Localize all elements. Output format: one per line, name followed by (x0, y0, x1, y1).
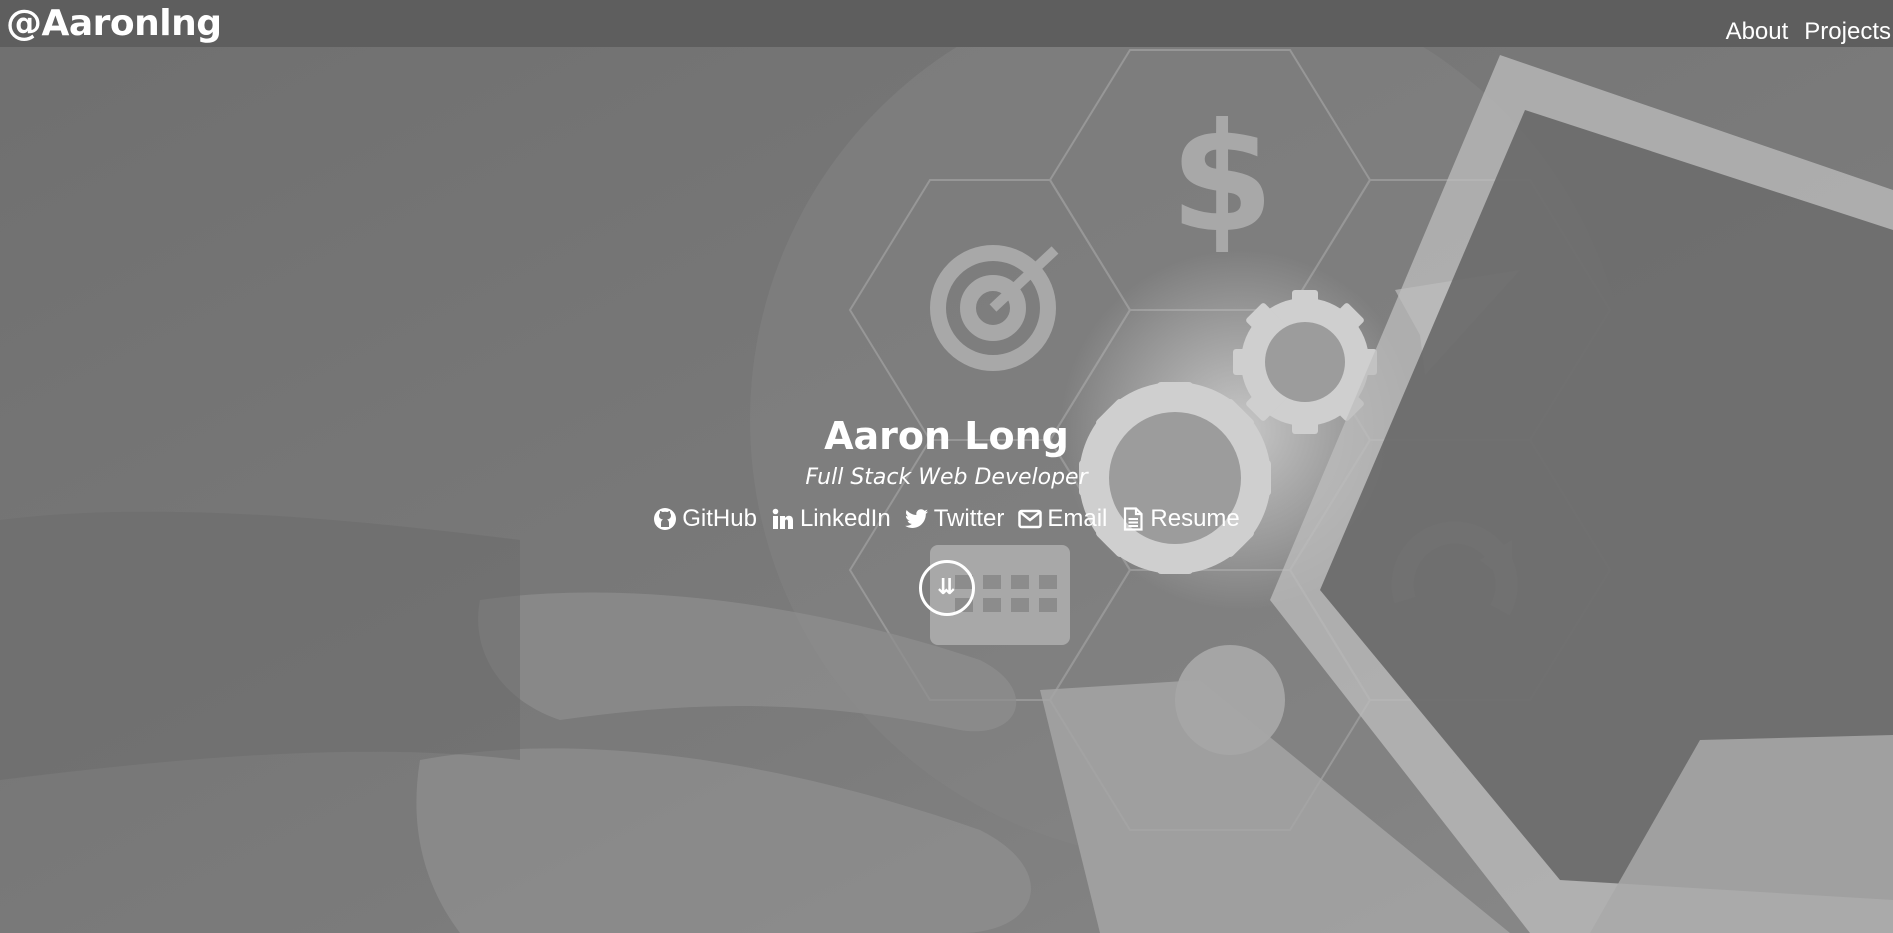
social-link-label: Resume (1150, 505, 1240, 532)
linkedin-icon (771, 507, 795, 531)
social-link-twitter[interactable]: Twitter (904, 504, 1005, 534)
social-link-label: GitHub (682, 505, 757, 532)
social-links: GitHub LinkedIn Twitter Email Resume (0, 504, 1893, 534)
social-link-label: LinkedIn (799, 505, 891, 532)
social-link-github[interactable]: GitHub (653, 504, 757, 534)
social-link-resume[interactable]: Resume (1121, 504, 1240, 534)
social-link-linkedin[interactable]: LinkedIn (771, 504, 891, 534)
scroll-down-button[interactable]: ⇊ (918, 560, 975, 616)
brand-logo-link[interactable]: @Aaronlng (6, 2, 222, 46)
double-arrow-down-icon: ⇊ (937, 575, 956, 600)
github-icon (653, 507, 677, 531)
nav-link-about[interactable]: About (1726, 17, 1789, 47)
social-link-label: Email (1047, 505, 1108, 532)
hero-section: Aaron Long Full Stack Web Developer GitH… (0, 410, 1893, 616)
nav-links: About Projects (1726, 17, 1891, 47)
envelope-icon (1018, 507, 1043, 531)
social-link-label: Twitter (933, 505, 1005, 532)
svg-text:$: $ (1170, 92, 1274, 266)
nav-link-projects[interactable]: Projects (1804, 17, 1891, 47)
navbar: @Aaronlng About Projects (0, 0, 1893, 47)
hero-role: Full Stack Web Developer (805, 465, 1088, 490)
social-link-email[interactable]: Email (1018, 504, 1107, 534)
file-icon (1121, 507, 1145, 531)
hero-name: Aaron Long (824, 414, 1069, 458)
page: $ @Aaronlng About Projects Aaron Long Fu… (0, 0, 1893, 933)
twitter-icon (904, 507, 929, 531)
